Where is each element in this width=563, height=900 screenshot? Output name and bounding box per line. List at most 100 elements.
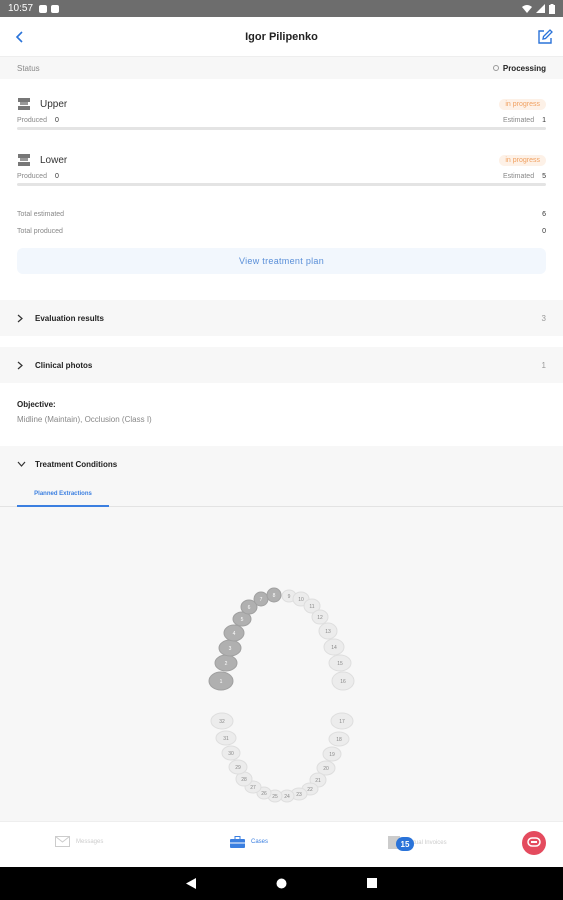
chat-icon xyxy=(527,837,541,847)
tooth-number: 5 xyxy=(241,617,244,623)
total-produced-label: Total produced xyxy=(17,228,63,235)
chevron-right-icon xyxy=(17,314,27,323)
section-label: Evaluation results xyxy=(35,313,104,323)
tooth-number: 10 xyxy=(298,597,304,603)
sd-card-icon xyxy=(51,4,60,13)
chevron-left-icon xyxy=(15,31,23,43)
tooth-number: 11 xyxy=(309,604,314,610)
signal-icon xyxy=(536,4,545,13)
tooth-number: 8 xyxy=(273,593,276,599)
tooth-16[interactable]: 16 xyxy=(331,671,355,691)
back-button[interactable] xyxy=(10,27,30,47)
objective: Objective: Midline (Maintain), Occlusion… xyxy=(17,400,152,424)
tooth-31[interactable]: 31 xyxy=(215,730,237,746)
status-label: Status xyxy=(17,63,40,73)
tooth-3[interactable]: 3 xyxy=(218,639,242,657)
tooth-19[interactable]: 19 xyxy=(322,746,342,762)
edit-icon xyxy=(538,29,553,44)
status-value-wrap: Processing xyxy=(492,63,546,73)
status-badge: in progress xyxy=(499,154,546,166)
home-circle-icon[interactable] xyxy=(276,878,287,889)
tooth-number: 28 xyxy=(241,777,247,783)
edit-button[interactable] xyxy=(535,27,555,47)
estimated-label: Estimated xyxy=(502,173,535,180)
tooth-29[interactable]: 29 xyxy=(228,759,248,775)
tooth-30[interactable]: 30 xyxy=(221,745,241,761)
tooth-14[interactable]: 14 xyxy=(323,638,345,656)
tooth-number: 15 xyxy=(337,661,343,667)
tooth-number: 17 xyxy=(339,719,345,725)
tooth-number: 26 xyxy=(261,791,267,797)
total-estimated-value: 6 xyxy=(542,211,546,218)
tooth-number: 1 xyxy=(220,679,223,685)
wifi-icon xyxy=(522,5,532,13)
progress-bar xyxy=(17,183,546,186)
tooth-1[interactable]: 1 xyxy=(208,671,234,691)
nav-label: Messages xyxy=(76,838,104,845)
tooth-15[interactable]: 15 xyxy=(328,654,352,672)
tooth-number: 22 xyxy=(307,787,313,793)
clock: 10:57 xyxy=(8,3,34,14)
estimated-value: 5 xyxy=(542,173,546,180)
tooth-18[interactable]: 18 xyxy=(328,731,350,747)
tooth-number: 23 xyxy=(296,792,302,798)
objective-text: Midline (Maintain), Occlusion (Class I) xyxy=(17,415,152,424)
tooth-number: 6 xyxy=(248,605,251,611)
page-title: Igor Pilipenko xyxy=(245,30,318,43)
nav-cases[interactable]: Cases xyxy=(230,836,268,848)
tooth-32[interactable]: 32 xyxy=(210,712,234,730)
tooth-number: 16 xyxy=(340,679,346,685)
tooth-number: 20 xyxy=(323,766,329,772)
tooth-number: 21 xyxy=(315,778,321,784)
tooth-number: 31 xyxy=(223,736,229,742)
evaluation-results-section[interactable]: Evaluation results 3 xyxy=(0,300,563,336)
tooth-17[interactable]: 17 xyxy=(330,712,354,730)
mail-icon xyxy=(55,836,70,847)
tooth-8[interactable]: 8 xyxy=(266,587,282,603)
jaw-lower: Lower in progress Produced 0 Estimated 5 xyxy=(17,151,546,186)
recents-square-icon[interactable] xyxy=(367,878,377,888)
tooth-12[interactable]: 12 xyxy=(311,609,329,625)
tooth-number: 29 xyxy=(235,765,241,771)
tooth-number: 32 xyxy=(219,719,225,725)
jaw-name: Lower xyxy=(40,154,68,166)
clinical-photos-section[interactable]: Clinical photos 1 xyxy=(0,347,563,383)
tooth-number: 24 xyxy=(284,794,290,800)
briefcase-icon xyxy=(230,836,245,848)
produced-label: Produced xyxy=(17,173,47,180)
produced-label: Produced xyxy=(17,117,47,124)
nav-messages[interactable]: Messages xyxy=(55,836,103,847)
bottom-navigation: Messages Cases Virtual Invoices 15 xyxy=(0,821,563,867)
support-chat-button[interactable] xyxy=(522,831,546,855)
chevron-right-icon xyxy=(17,361,27,370)
produced-value: 0 xyxy=(54,173,59,180)
total-produced-value: 0 xyxy=(542,228,546,235)
view-treatment-plan-button[interactable]: View treatment plan xyxy=(17,248,546,274)
tooth-number: 14 xyxy=(331,645,337,651)
section-label: Clinical photos xyxy=(35,360,93,370)
tooth-number: 2 xyxy=(225,661,228,667)
section-label: Treatment Conditions xyxy=(35,459,118,469)
tooth-4[interactable]: 4 xyxy=(223,624,245,642)
status-value: Processing xyxy=(502,63,546,73)
lower-aligner-icon xyxy=(18,154,30,166)
treatment-conditions-header[interactable]: Treatment Conditions xyxy=(0,446,563,482)
tooth-number: 19 xyxy=(329,752,335,758)
treatment-conditions-section: Treatment Conditions Planned Extractions… xyxy=(0,446,563,821)
progress-bar xyxy=(17,127,546,130)
objective-label: Objective: xyxy=(17,400,56,409)
tooth-13[interactable]: 13 xyxy=(318,622,338,640)
tab-planned-extractions[interactable]: Planned Extractions xyxy=(17,482,109,507)
notification-badge: 15 xyxy=(396,837,414,851)
section-count: 3 xyxy=(541,313,546,323)
estimated-label: Estimated xyxy=(502,117,535,124)
produced-value: 0 xyxy=(54,117,59,124)
tooth-7[interactable]: 7 xyxy=(253,591,269,607)
section-count: 1 xyxy=(541,360,546,370)
back-triangle-icon[interactable] xyxy=(186,878,196,889)
tooth-number: 7 xyxy=(260,597,263,603)
total-estimated-label: Total estimated xyxy=(17,211,65,218)
tooth-2[interactable]: 2 xyxy=(214,654,238,672)
clock-icon xyxy=(492,65,499,71)
status-bar: 10:57 xyxy=(0,0,563,17)
